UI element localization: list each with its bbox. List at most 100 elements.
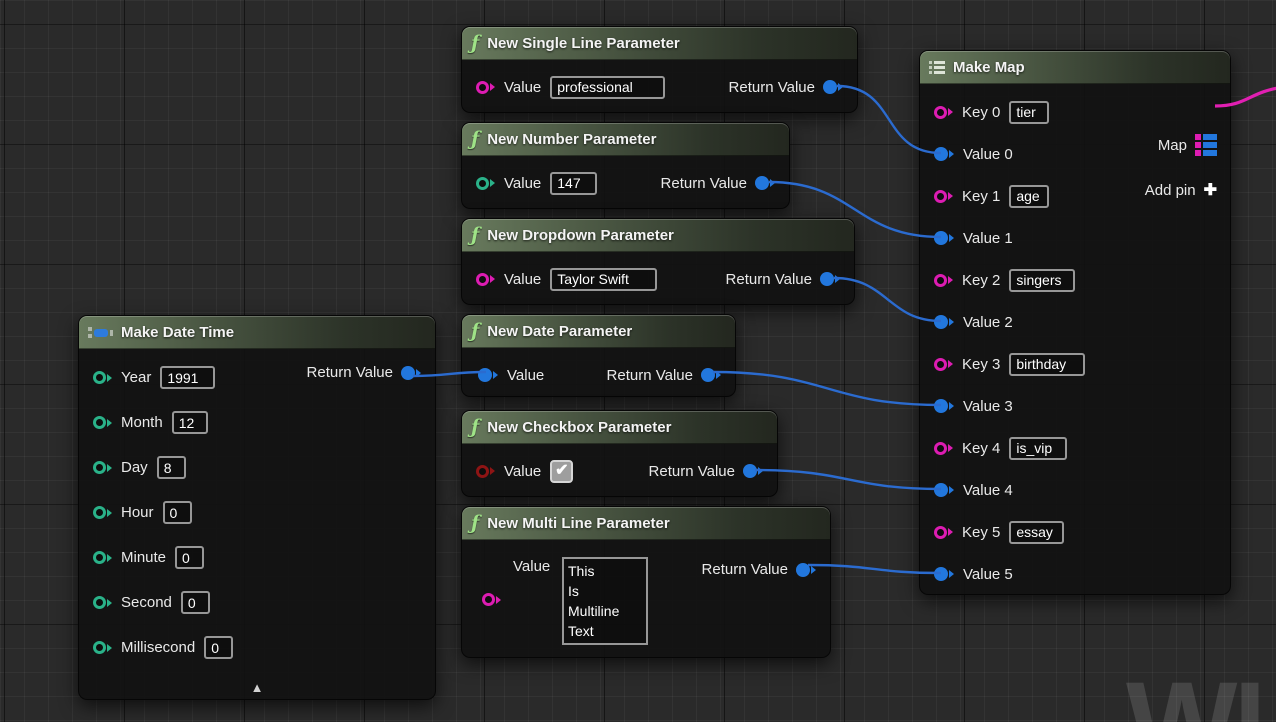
node-header[interactable]: ƒ New Single Line Parameter — [462, 27, 857, 60]
key-1-label: Key 1 — [962, 188, 1000, 205]
collapse-node-arrow[interactable]: ▲ — [251, 681, 264, 694]
return-value-row: Return Value — [307, 364, 421, 381]
function-icon: ƒ — [471, 514, 479, 533]
day-pin-label: Day — [121, 459, 148, 476]
value-pin-label: Value — [504, 463, 541, 480]
year-input-pin[interactable] — [93, 371, 112, 384]
map-output-pin[interactable] — [1195, 134, 1217, 156]
return-value-pin[interactable] — [401, 366, 421, 380]
node-new-date-parameter: ƒ New Date Parameter Value Return Value — [461, 314, 736, 397]
value-input-pin[interactable] — [476, 81, 495, 94]
year-input[interactable] — [160, 366, 215, 389]
key-4-input[interactable] — [1009, 437, 1067, 460]
key-0-input[interactable] — [1009, 101, 1049, 124]
node-header[interactable]: ƒ New Multi Line Parameter — [462, 507, 830, 540]
graph-watermark: WU — [1126, 656, 1276, 722]
key-row-2: Key 2 — [920, 259, 1230, 301]
add-pin-label: Add pin — [1145, 182, 1196, 199]
return-value-label: Return Value — [726, 271, 812, 288]
millisecond-input-pin[interactable] — [93, 641, 112, 654]
node-new-checkbox-parameter: ƒ New Checkbox Parameter Value ✔ Return … — [461, 410, 778, 497]
return-value-label: Return Value — [702, 561, 788, 578]
key-3-input[interactable] — [1009, 353, 1085, 376]
value-input-pin[interactable] — [476, 177, 495, 190]
key-5-input[interactable] — [1009, 521, 1064, 544]
key-1-pin[interactable] — [934, 190, 953, 203]
value-input[interactable] — [550, 76, 665, 99]
node-header[interactable]: ƒ New Number Parameter — [462, 123, 789, 156]
pin-row-minute: Minute — [79, 535, 435, 580]
key-4-pin[interactable] — [934, 442, 953, 455]
node-title: New Checkbox Parameter — [487, 419, 671, 436]
node-make-date-time-header[interactable]: Make Date Time — [79, 316, 435, 349]
node-header[interactable]: ƒ New Checkbox Parameter — [462, 411, 777, 444]
key-5-pin[interactable] — [934, 526, 953, 539]
day-input[interactable] — [157, 456, 186, 479]
minute-input-pin[interactable] — [93, 551, 112, 564]
value-0-label: Value 0 — [963, 146, 1013, 163]
wire-date-to-value3[interactable] — [713, 372, 941, 405]
day-input-pin[interactable] — [93, 461, 112, 474]
key-2-pin[interactable] — [934, 274, 953, 287]
minute-input[interactable] — [175, 546, 204, 569]
return-value-row: Return Value — [729, 79, 843, 96]
return-value-label: Return Value — [607, 367, 693, 384]
value-pin-label: Value — [504, 79, 541, 96]
month-input[interactable] — [172, 411, 208, 434]
wire-checkbox-to-value4[interactable] — [755, 470, 941, 489]
add-pin-button[interactable]: Add pin ✚ — [1145, 180, 1217, 200]
node-title: New Dropdown Parameter — [487, 227, 674, 244]
key-3-label: Key 3 — [962, 356, 1000, 373]
value-input[interactable] — [550, 172, 597, 195]
second-input[interactable] — [181, 591, 210, 614]
key-2-label: Key 2 — [962, 272, 1000, 289]
value-row-2: Value 2 — [920, 301, 1230, 343]
map-output-row: Map — [1158, 134, 1217, 156]
value-2-label: Value 2 — [963, 314, 1013, 331]
node-new-single-line-parameter: ƒ New Single Line Parameter Value Return… — [461, 26, 858, 113]
node-header[interactable]: ƒ New Dropdown Parameter — [462, 219, 854, 252]
pin-row-millisecond: Millisecond — [79, 625, 435, 670]
key-1-input[interactable] — [1009, 185, 1049, 208]
value-input-pin[interactable] — [476, 273, 495, 286]
value-input-pin[interactable] — [476, 465, 495, 478]
value-row-1: Value 1 — [920, 217, 1230, 259]
second-input-pin[interactable] — [93, 596, 112, 609]
value-checkbox[interactable]: ✔ — [550, 460, 573, 483]
function-icon: ƒ — [471, 226, 479, 245]
node-title: New Multi Line Parameter — [487, 515, 670, 532]
node-header[interactable]: ƒ New Date Parameter — [462, 315, 735, 348]
make-map-icon — [929, 61, 945, 74]
value-textarea[interactable]: This Is Multiline Text — [562, 557, 648, 645]
value-pin-label: Value — [513, 558, 550, 575]
node-title: New Single Line Parameter — [487, 35, 680, 52]
node-make-date-time: Make Date Time Year Month Day Hour — [78, 315, 436, 700]
function-icon: ƒ — [471, 322, 479, 341]
value-input-pin[interactable] — [482, 593, 501, 606]
return-value-pin[interactable] — [701, 368, 721, 382]
hour-input[interactable] — [163, 501, 192, 524]
key-row-0: Key 0 — [920, 91, 1230, 133]
hour-input-pin[interactable] — [93, 506, 112, 519]
key-3-pin[interactable] — [934, 358, 953, 371]
key-0-pin[interactable] — [934, 106, 953, 119]
blueprint-graph-canvas[interactable]: WU Make Date Time Year Month Day — [0, 0, 1276, 722]
value-pin-label: Value — [504, 271, 541, 288]
pin-row-day: Day — [79, 445, 435, 490]
value-3-label: Value 3 — [963, 398, 1013, 415]
millisecond-input[interactable] — [204, 636, 233, 659]
month-pin-label: Month — [121, 414, 163, 431]
key-5-label: Key 5 — [962, 524, 1000, 541]
function-icon: ƒ — [471, 418, 479, 437]
node-new-dropdown-parameter: ƒ New Dropdown Parameter Value Return Va… — [461, 218, 855, 305]
value-input[interactable] — [550, 268, 657, 291]
return-value-row: Return Value — [726, 271, 840, 288]
year-pin-label: Year — [121, 369, 151, 386]
key-2-input[interactable] — [1009, 269, 1075, 292]
value-input-pin[interactable] — [478, 368, 498, 382]
pin-row-month: Month — [79, 400, 435, 445]
key-row-4: Key 4 — [920, 427, 1230, 469]
node-make-map-header[interactable]: Make Map — [920, 51, 1230, 84]
month-input-pin[interactable] — [93, 416, 112, 429]
return-value-label: Return Value — [307, 364, 393, 381]
